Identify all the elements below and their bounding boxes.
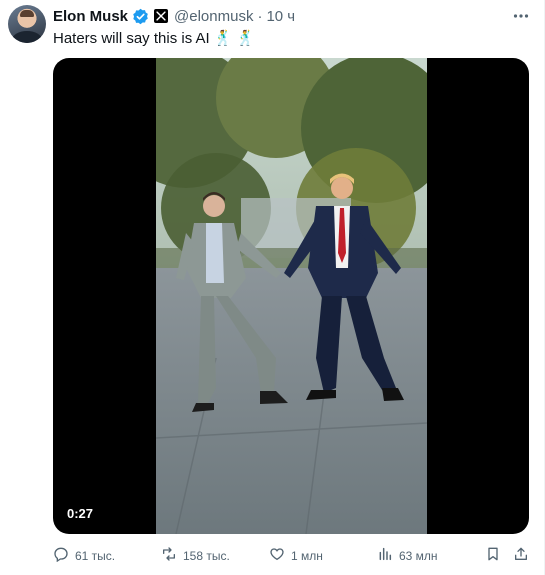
tweet-header: Elon Musk @elonmusk · 10 ч <box>53 6 295 26</box>
verified-badge-icon[interactable] <box>132 8 149 25</box>
views-count: 63 млн <box>399 549 438 563</box>
video-duration: 0:27 <box>67 506 94 521</box>
tweet-text: Haters will say this is AI 🕺 🕺 <box>53 28 255 48</box>
heart-icon <box>269 546 285 567</box>
reply-button[interactable]: 61 тыс. <box>53 545 115 567</box>
views-button[interactable]: 63 млн <box>377 545 438 567</box>
like-button[interactable]: 1 млн <box>269 545 323 567</box>
reply-icon <box>53 546 69 567</box>
video-frame <box>156 58 427 534</box>
dancer-emoji: 🕺 <box>213 29 233 47</box>
views-icon <box>377 546 393 567</box>
repost-button[interactable]: 158 тыс. <box>161 545 230 567</box>
header-separator: · <box>257 7 263 25</box>
avatar-shoulders <box>12 31 42 43</box>
reply-count: 61 тыс. <box>75 549 116 563</box>
more-icon[interactable] <box>512 7 530 25</box>
tweet-actions: 61 тыс. 158 тыс. 1 млн 63 млн <box>53 545 533 567</box>
repost-count: 158 тыс. <box>183 549 230 563</box>
video-still <box>156 58 427 534</box>
video-player[interactable]: 0:27 <box>53 58 529 534</box>
dancer-emoji: 🕺 <box>236 29 256 47</box>
like-count: 1 млн <box>291 549 323 563</box>
bookmark-icon <box>485 546 501 567</box>
tweet-text-content: Haters will say this is AI <box>53 29 210 47</box>
author-handle[interactable]: @elonmusk <box>174 8 253 25</box>
author-display-name[interactable]: Elon Musk <box>53 8 128 25</box>
share-button[interactable] <box>513 545 529 567</box>
tweet-timestamp[interactable]: 10 ч <box>266 8 295 25</box>
share-icon <box>513 546 529 567</box>
avatar[interactable] <box>8 5 46 43</box>
tweet[interactable]: Elon Musk @elonmusk · 10 ч Haters will s… <box>0 0 545 575</box>
x-logo-icon <box>154 9 169 23</box>
bookmark-button[interactable] <box>485 545 501 567</box>
avatar-hair <box>20 10 34 17</box>
repost-icon <box>161 546 177 567</box>
